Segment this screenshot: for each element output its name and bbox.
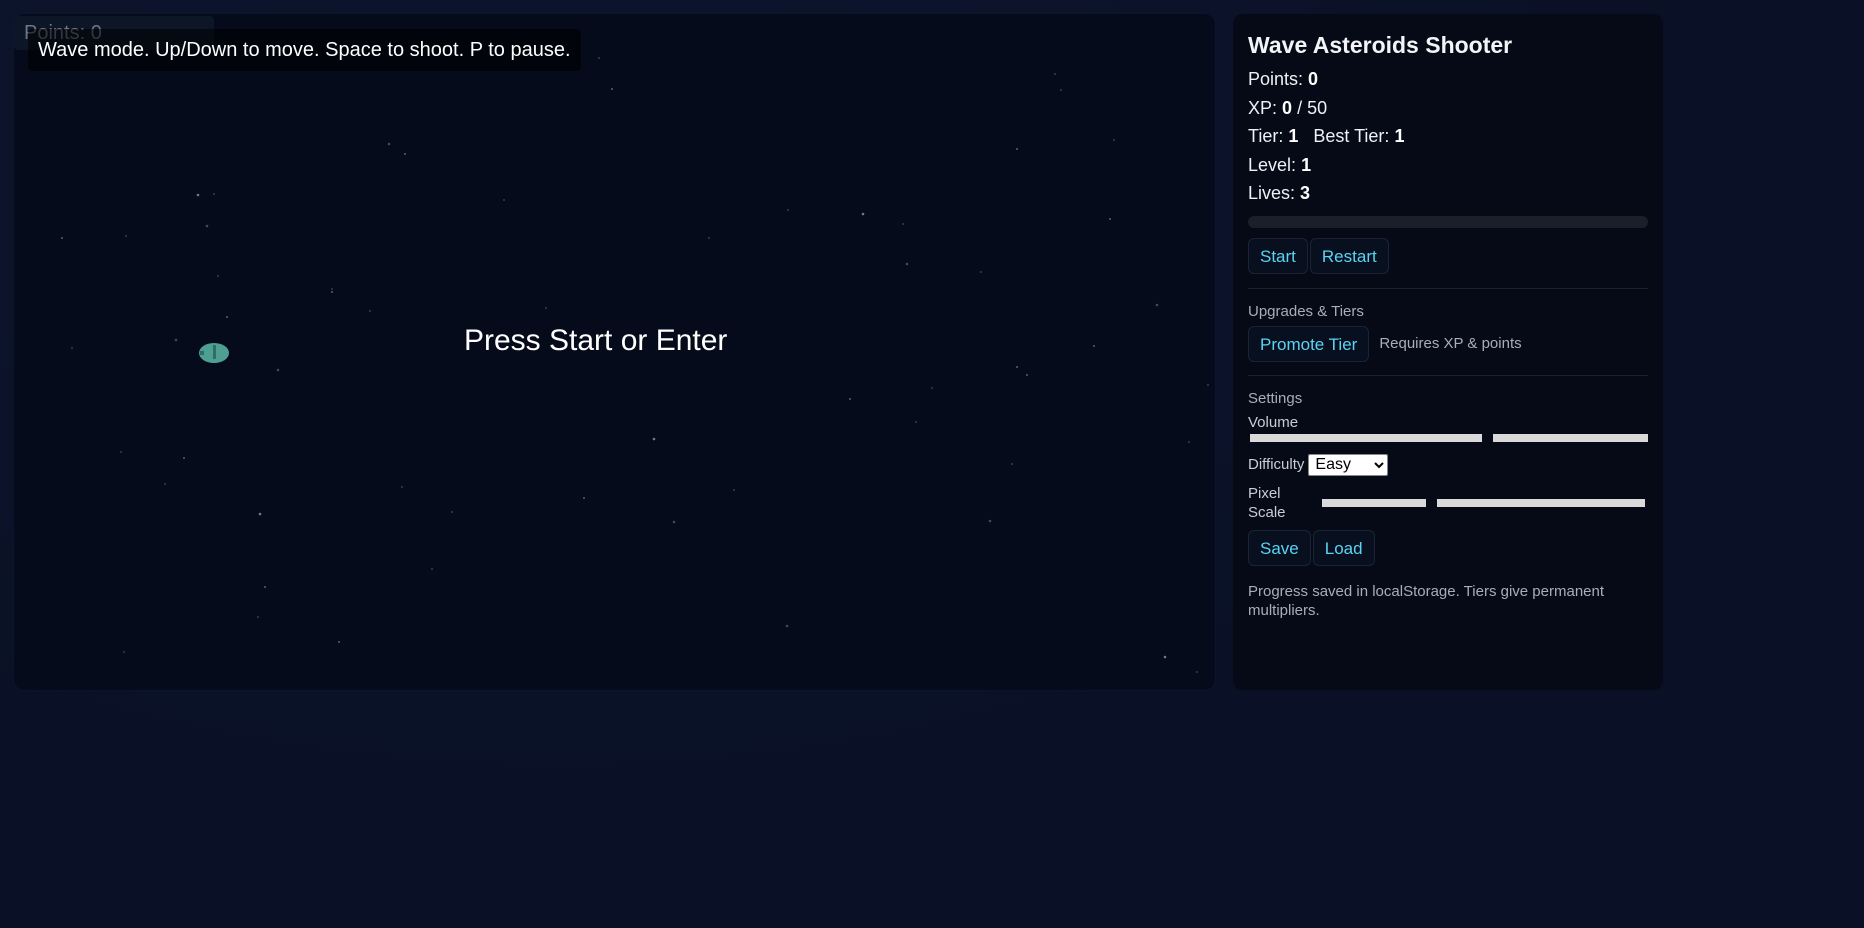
difficulty-label: Difficulty — [1248, 456, 1305, 473]
page: Points: 0 Wave mode. Up/Down to move. Sp… — [0, 0, 1864, 928]
points-label: Points: — [1248, 69, 1304, 89]
pixel-scale-slider-track-right[interactable] — [1437, 498, 1645, 507]
pixel-scale-slider-track-left[interactable] — [1322, 498, 1426, 507]
load-button[interactable]: Load — [1312, 529, 1375, 566]
start-button[interactable]: Start — [1248, 237, 1308, 274]
divider — [1248, 374, 1648, 376]
controls-hint: Wave mode. Up/Down to move. Space to sho… — [28, 29, 581, 71]
side-panel: Wave Asteroids Shooter Points: 0 XP: 0 /… — [1233, 14, 1663, 690]
lives-value: 3 — [1300, 183, 1311, 203]
promote-requirement-note: Requires XP & points — [1379, 335, 1522, 352]
press-start-message: Press Start or Enter — [464, 324, 728, 357]
xp-label: XP: — [1248, 97, 1278, 118]
points-value: 0 — [1308, 69, 1319, 89]
settings-section-title: Settings — [1248, 389, 1303, 407]
lives-stat: Lives: 3 — [1248, 179, 1648, 208]
xp-max: / 50 — [1297, 97, 1328, 118]
game-title: Wave Asteroids Shooter — [1248, 32, 1513, 58]
save-footnote: Progress saved in localStorage. Tiers gi… — [1248, 582, 1605, 619]
volume-slider-track-right[interactable] — [1493, 433, 1648, 442]
volume-label: Volume — [1248, 413, 1299, 431]
tier-stat: Tier: 1 Best Tier: 1 — [1248, 122, 1648, 151]
restart-button[interactable]: Restart — [1309, 237, 1389, 274]
promote-tier-button[interactable]: Promote Tier — [1248, 325, 1370, 362]
game-canvas[interactable]: Points: 0 Wave mode. Up/Down to move. Sp… — [14, 14, 1215, 690]
lives-label: Lives: — [1248, 183, 1296, 203]
tier-value: 1 — [1288, 126, 1299, 146]
level-value: 1 — [1301, 154, 1312, 175]
level-stat: Level: 1 — [1248, 151, 1648, 180]
xp-stat: XP: 0 / 50 — [1248, 94, 1648, 123]
xp-value: 0 — [1282, 97, 1293, 118]
best-tier-value: 1 — [1394, 126, 1405, 146]
upgrades-section-title: Upgrades & Tiers — [1248, 302, 1364, 320]
difficulty-select[interactable]: Easy — [1308, 453, 1389, 476]
points-stat: Points: 0 — [1248, 65, 1648, 94]
volume-slider-track-left[interactable] — [1250, 433, 1483, 442]
best-tier-label: Best Tier: — [1313, 126, 1390, 146]
xp-progress-bar — [1248, 215, 1648, 228]
divider — [1248, 287, 1648, 289]
save-button[interactable]: Save — [1248, 529, 1311, 566]
pixel-scale-label: Pixel Scale — [1248, 484, 1286, 521]
tier-label: Tier: — [1248, 126, 1284, 146]
player-ship — [199, 343, 229, 363]
level-label: Level: — [1248, 154, 1297, 175]
